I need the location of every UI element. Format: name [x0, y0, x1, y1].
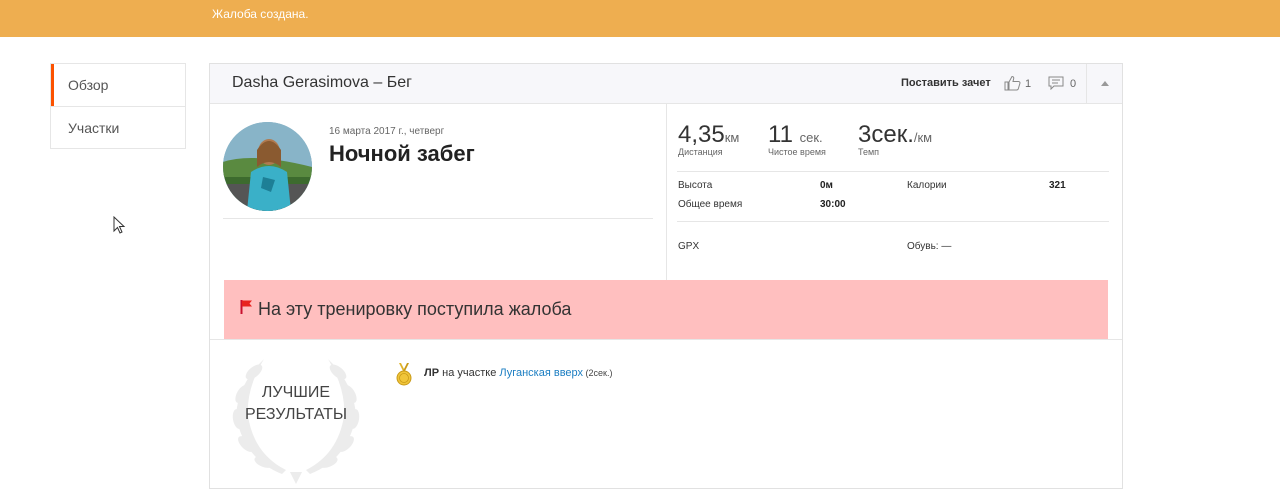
activity-title: Ночной забег: [329, 141, 475, 166]
calories-label: Калории: [907, 180, 947, 191]
medal-icon: [396, 363, 412, 386]
elapsed-time-value: 30:00: [820, 199, 846, 210]
comment-icon[interactable]: [1048, 76, 1064, 90]
stat-distance: 4,35км Дистанция: [678, 121, 739, 157]
give-kudos-button[interactable]: Поставить зачет: [901, 77, 991, 89]
achievement-text: на участке: [439, 367, 500, 379]
divider: [210, 339, 1122, 340]
segment-link[interactable]: Луганская вверх: [499, 367, 583, 379]
pace-value: 3: [858, 121, 872, 148]
moving-time-value: 11: [768, 121, 793, 148]
kudos-count[interactable]: 1: [1025, 78, 1031, 90]
divider: [223, 218, 653, 219]
pace-per-unit: /км: [913, 130, 933, 145]
activity-card: Dasha Gerasimova – Бег Поставить зачет 1…: [209, 63, 1123, 489]
elevation-label: Высота: [678, 180, 713, 191]
sidebar-nav: Обзор Участки: [50, 63, 186, 149]
mouse-cursor-icon: [113, 216, 126, 234]
activity-date: 16 марта 2017 г., четверг: [329, 126, 445, 137]
divider: [677, 221, 1109, 222]
elevation-value: 0м: [820, 180, 833, 191]
comment-count[interactable]: 0: [1070, 78, 1076, 90]
moving-time-label: Чистое время: [768, 147, 826, 157]
flag-notice: На эту тренировку поступила жалоба: [224, 280, 1108, 339]
flag-notice-text: На эту тренировку поступила жалоба: [258, 299, 572, 319]
stat-moving-time: 11 сек. Чистое время: [768, 121, 826, 157]
calories-value: 321: [1049, 180, 1066, 191]
achievement-badge: ЛР: [424, 367, 440, 379]
flag-icon: [240, 300, 252, 314]
gpx-link[interactable]: GPX: [678, 241, 699, 252]
shoes-label: Обувь: —: [907, 241, 952, 252]
distance-unit: км: [724, 130, 740, 145]
best-efforts-line2: РЕЗУЛЬТАТЫ: [244, 406, 348, 423]
chevron-up-icon: [1101, 81, 1109, 86]
moving-time-unit: сек.: [799, 130, 823, 145]
activity-athlete-title: Dasha Gerasimova – Бег: [232, 74, 412, 91]
sidebar-item-segments[interactable]: Участки: [51, 106, 185, 148]
notice-text: Жалоба создана.: [212, 7, 309, 21]
athlete-avatar[interactable]: [223, 122, 312, 211]
achievement-time: (2сек.): [583, 368, 613, 378]
best-efforts-line1: ЛУЧШИЕ: [261, 384, 331, 401]
pace-unit: сек.: [871, 121, 914, 148]
elapsed-time-label: Общее время: [678, 199, 743, 210]
sidebar-item-overview[interactable]: Обзор: [51, 64, 185, 106]
divider: [666, 104, 667, 280]
notice-bar: Жалоба создана.: [0, 0, 1280, 37]
thumbs-up-icon[interactable]: [1004, 75, 1021, 91]
activity-header: Dasha Gerasimova – Бег Поставить зачет 1…: [210, 64, 1122, 104]
stat-pace: 3сек./км Темп: [858, 121, 932, 157]
divider: [677, 171, 1109, 172]
best-efforts-label: ЛУЧШИЕ РЕЗУЛЬТАТЫ: [224, 382, 368, 426]
avatar-photo: [223, 122, 312, 211]
distance-value: 4,35: [678, 121, 725, 148]
collapse-button[interactable]: [1087, 64, 1122, 104]
achievement-item: ЛР на участке Луганская вверх (2сек.): [424, 367, 613, 379]
